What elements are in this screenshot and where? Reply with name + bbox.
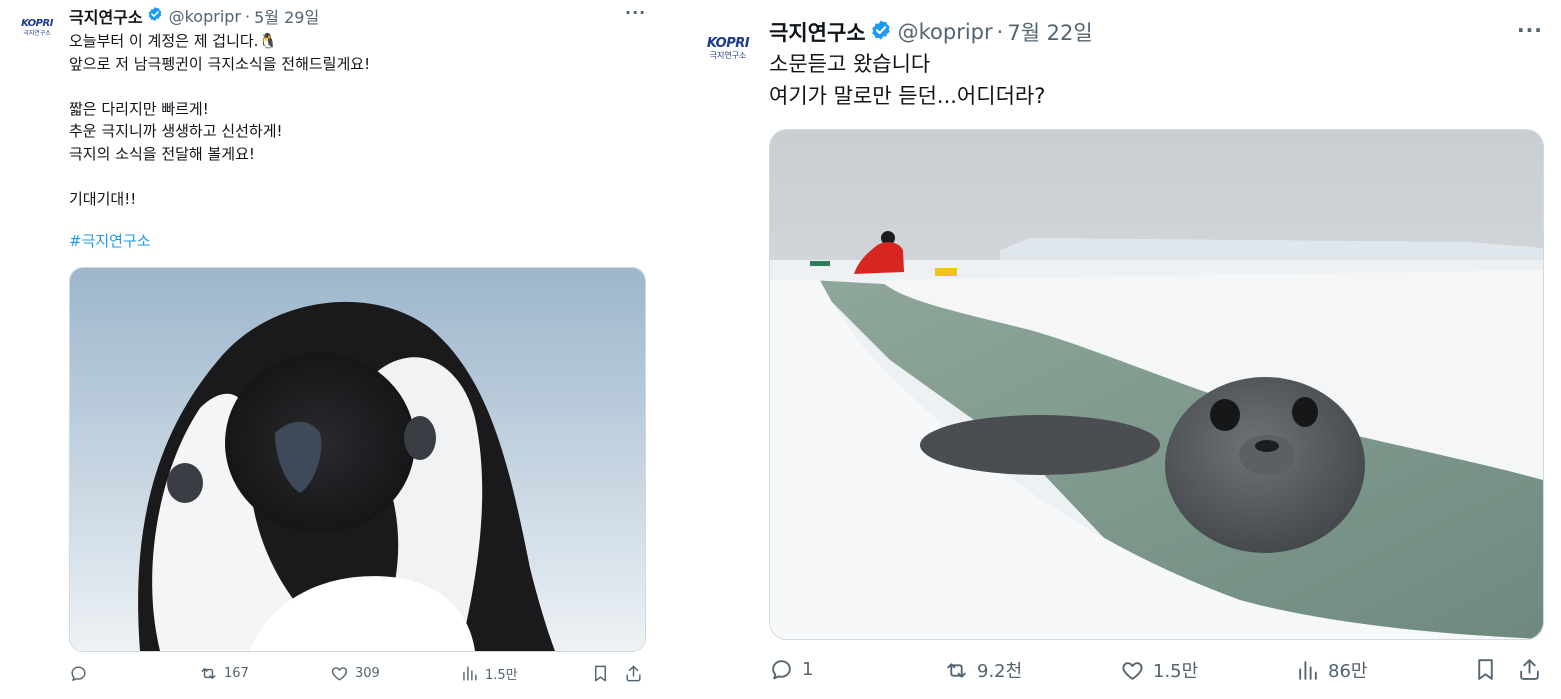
reply-icon [772, 660, 791, 680]
reply-button[interactable]: 1 [769, 657, 813, 682]
like-count: 1.5만 [1153, 661, 1199, 682]
bookmark-icon [595, 665, 606, 682]
avatar-logo-subtitle: 극지연구소 [709, 50, 747, 60]
tweet-media-seal-on-ice[interactable] [769, 129, 1544, 640]
verified-badge-icon [870, 19, 892, 46]
tweet-date[interactable]: 7월 22일 [1007, 17, 1092, 47]
tweet-header: 극지연구소 @kopripr · 7월 22일 [769, 17, 1093, 47]
avatar-logo-subtitle: 극지연구소 [23, 30, 51, 37]
reply-count: 1 [802, 659, 814, 680]
retweet-button[interactable]: 167 [199, 664, 249, 683]
separator: · [245, 6, 251, 26]
like-button[interactable]: 1.5만 [1120, 657, 1198, 683]
tweet-card[interactable]: KOPRI 극지연구소 극지연구소 @kopripr · 5월 29일 ··· … [0, 0, 660, 699]
bookmark-icon [1478, 659, 1493, 680]
avatar[interactable]: KOPRI 극지연구소 [14, 8, 60, 48]
share-icon [626, 665, 641, 682]
bookmark-button[interactable] [591, 664, 616, 683]
tweet-media-penguin-chick[interactable] [69, 267, 646, 652]
avatar[interactable]: KOPRI 극지연구소 [700, 26, 756, 70]
reply-icon [71, 666, 86, 681]
views-button[interactable]: 1.5만 [460, 664, 518, 683]
author-name[interactable]: 극지연구소 [769, 17, 866, 47]
retweet-icon [947, 662, 966, 678]
retweet-count: 9.2천 [977, 661, 1023, 682]
retweet-button[interactable]: 9.2천 [944, 657, 1022, 683]
tweet-header: 극지연구소 @kopripr · 5월 29일 [69, 4, 319, 28]
share-button[interactable] [624, 664, 649, 683]
tweet-date[interactable]: 5월 29일 [254, 4, 319, 28]
author-name[interactable]: 극지연구소 [69, 4, 143, 28]
tweet-text: 오늘부터 이 계정은 제 겁니다.🐧 앞으로 저 남극펭귄이 극지소식을 전해드… [69, 32, 371, 208]
reply-button[interactable] [69, 664, 94, 683]
more-icon[interactable]: ··· [625, 3, 646, 22]
tweet-text: 소문듣고 왔습니다 여기가 말로만 듣던...어디더라? [769, 52, 1046, 108]
hashtag-link[interactable]: #극지연구소 [69, 230, 151, 251]
retweet-count: 167 [224, 666, 249, 681]
like-icon [1122, 661, 1143, 680]
views-count: 1.5만 [485, 668, 518, 683]
views-button[interactable]: 86만 [1295, 657, 1367, 683]
share-icon [1520, 659, 1539, 680]
verified-badge-icon [147, 6, 163, 26]
bookmark-button[interactable] [1473, 657, 1506, 682]
avatar-logo: KOPRI [706, 35, 750, 51]
like-icon [331, 667, 348, 681]
separator: · [996, 20, 1004, 44]
views-count: 86만 [1328, 661, 1368, 682]
author-handle[interactable]: @kopripr [169, 7, 241, 26]
share-button[interactable] [1517, 657, 1550, 682]
more-icon[interactable]: ··· [1517, 18, 1543, 42]
views-icon [463, 666, 477, 681]
retweet-icon [201, 668, 216, 679]
like-button[interactable]: 309 [330, 664, 380, 683]
avatar-logo: KOPRI [21, 18, 53, 29]
views-icon [1299, 660, 1317, 680]
like-count: 309 [355, 666, 380, 681]
tweet-card[interactable]: KOPRI 극지연구소 극지연구소 @kopripr · 7월 22일 ··· … [690, 0, 1561, 699]
author-handle[interactable]: @kopripr [898, 20, 993, 44]
